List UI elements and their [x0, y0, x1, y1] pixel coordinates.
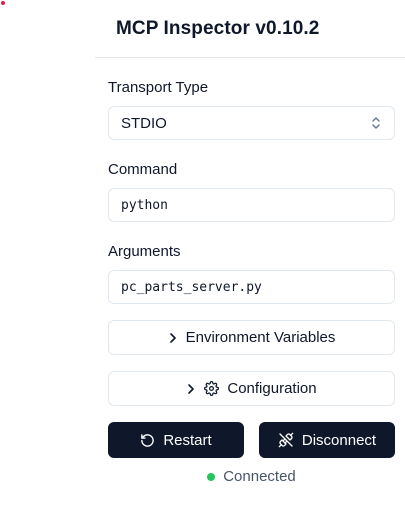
chevron-right-icon [186, 383, 196, 395]
unplug-icon [278, 432, 294, 448]
sidebar: MCP Inspector v0.10.2 Transport Type STD… [95, 0, 405, 527]
corner-marker [1, 1, 5, 5]
chevron-right-icon [168, 332, 178, 344]
transport-type-label: Transport Type [108, 79, 209, 96]
connection-form: Transport Type STDIO Command Arguments [95, 79, 405, 485]
environment-variables-toggle[interactable]: Environment Variables [108, 320, 395, 355]
title-bar: MCP Inspector v0.10.2 [95, 0, 405, 58]
transport-type-select[interactable]: STDIO [108, 106, 395, 140]
arguments-input[interactable] [108, 270, 395, 304]
connection-actions: Restart Disconnect [108, 422, 395, 458]
restart-label: Restart [163, 431, 212, 449]
connection-status: Connected [108, 468, 395, 485]
transport-type-value: STDIO [121, 114, 167, 132]
arguments-label: Arguments [108, 243, 181, 260]
disconnect-button[interactable]: Disconnect [259, 422, 395, 458]
restart-button[interactable]: Restart [108, 422, 244, 458]
configuration-label: Configuration [227, 380, 317, 397]
disconnect-label: Disconnect [301, 431, 377, 449]
environment-variables-label: Environment Variables [185, 329, 336, 346]
command-label: Command [108, 161, 178, 178]
status-indicator-dot [207, 472, 216, 481]
command-input[interactable] [108, 188, 395, 222]
status-text: Connected [223, 468, 296, 485]
app-title: MCP Inspector v0.10.2 [116, 17, 320, 39]
page: MCP Inspector v0.10.2 Transport Type STD… [0, 0, 405, 527]
rotate-ccw-icon [140, 433, 155, 448]
chevrons-up-down-icon [370, 116, 382, 130]
gear-icon [204, 381, 220, 396]
configuration-toggle[interactable]: Configuration [108, 371, 395, 406]
